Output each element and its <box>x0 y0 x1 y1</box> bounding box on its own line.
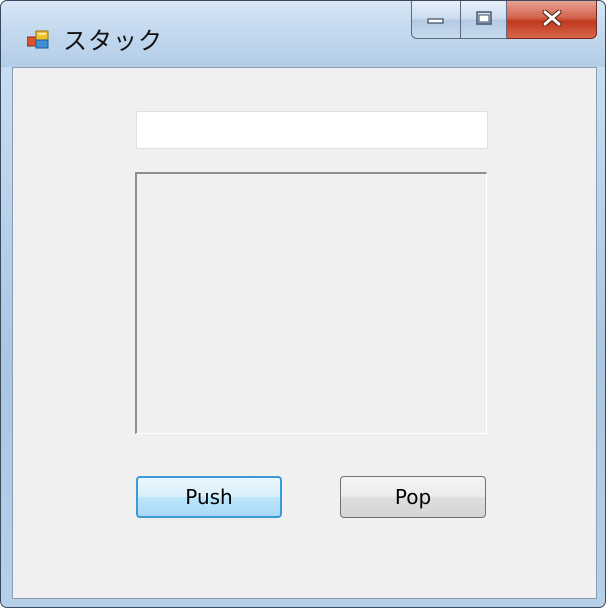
value-input[interactable] <box>136 111 488 149</box>
close-icon <box>542 9 562 30</box>
stack-listbox[interactable] <box>135 172 487 434</box>
minimize-button[interactable] <box>411 1 461 39</box>
title-bar[interactable]: スタック <box>1 1 605 67</box>
pop-button-label: Pop <box>394 485 432 509</box>
maximize-icon <box>475 10 493 30</box>
push-button-label: Push <box>185 485 233 509</box>
pop-button[interactable]: Pop <box>340 476 486 518</box>
windows-form-icon[interactable] <box>26 29 49 49</box>
minimize-icon <box>427 10 445 29</box>
close-button[interactable] <box>507 1 597 39</box>
app-window: スタック Push Pop <box>0 0 606 608</box>
push-button[interactable]: Push <box>136 476 282 518</box>
maximize-button[interactable] <box>461 1 507 39</box>
form-client-area: Push Pop <box>12 67 597 599</box>
caption-buttons <box>411 1 597 41</box>
window-title: スタック <box>63 27 163 55</box>
